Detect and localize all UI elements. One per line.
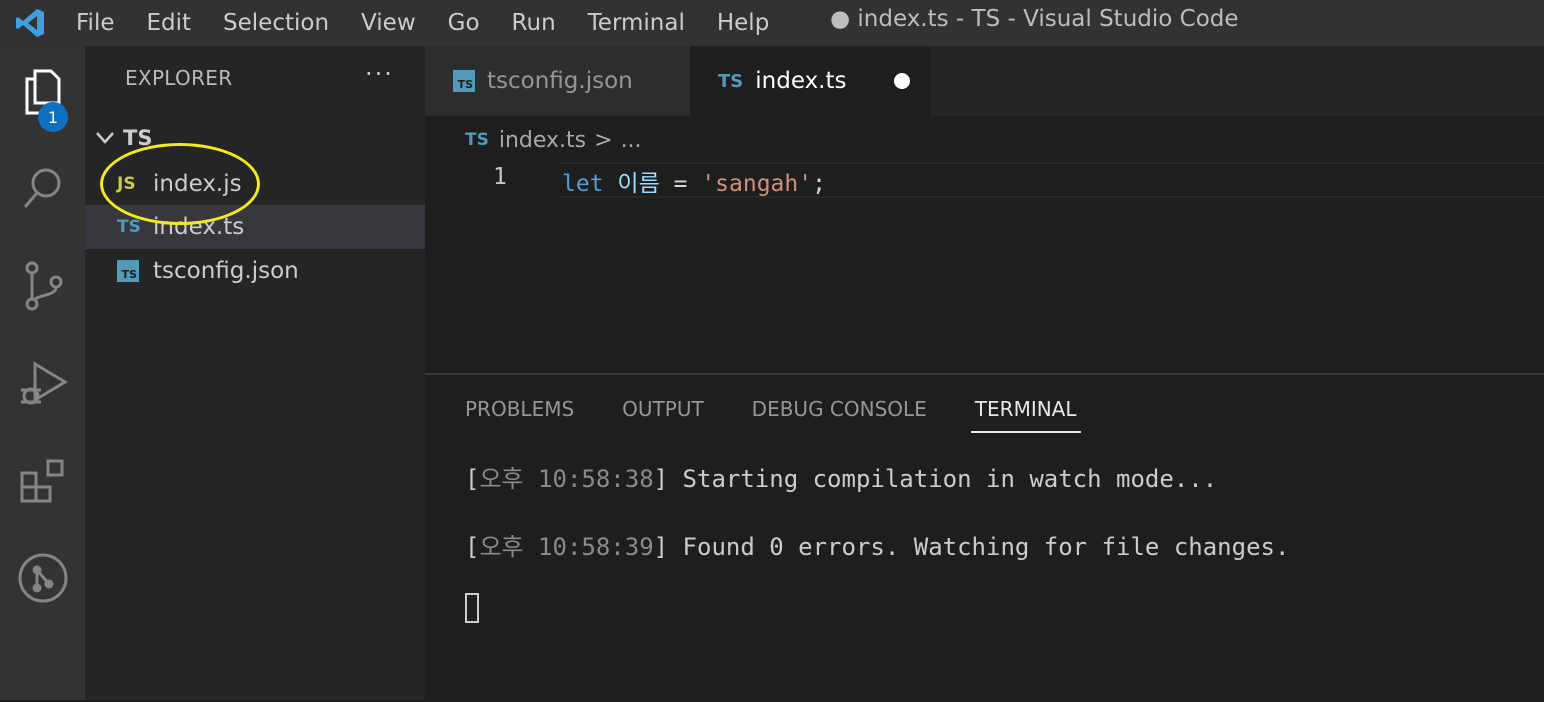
menu-terminal[interactable]: Terminal bbox=[572, 0, 701, 46]
breadcrumb-more[interactable]: ... bbox=[621, 128, 642, 153]
code-semicolon: ; bbox=[812, 171, 826, 197]
title-bar: File Edit Selection View Go Run Terminal… bbox=[0, 0, 1544, 46]
js-file-icon: JS bbox=[117, 174, 136, 194]
folder-ts[interactable]: TS bbox=[85, 118, 425, 158]
explorer-badge: 1 bbox=[38, 102, 68, 132]
menu-help[interactable]: Help bbox=[701, 0, 785, 46]
bracket: [ bbox=[465, 533, 480, 561]
code-keyword: let bbox=[562, 171, 604, 197]
menu-edit[interactable]: Edit bbox=[131, 0, 208, 46]
code-operator: = bbox=[673, 171, 688, 197]
file-index-js[interactable]: JS index.js bbox=[85, 162, 425, 206]
extensions-icon[interactable] bbox=[0, 442, 85, 522]
timestamp: 오후 10:58:39 bbox=[479, 533, 654, 561]
menu-bar: File Edit Selection View Go Run Terminal… bbox=[60, 0, 785, 46]
tsconfig-file-icon: TS bbox=[453, 70, 475, 92]
folder-label: TS bbox=[123, 126, 153, 150]
line-number: 1 bbox=[493, 164, 507, 190]
code-variable: 이름 bbox=[617, 171, 660, 197]
terminal-message: ] Starting compilation in watch mode... bbox=[653, 465, 1218, 493]
tab-label: index.ts bbox=[755, 68, 847, 94]
menu-selection[interactable]: Selection bbox=[207, 0, 345, 46]
chevron-down-icon bbox=[93, 126, 117, 150]
tab-debug-console[interactable]: DEBUG CONSOLE bbox=[752, 397, 927, 433]
menu-file[interactable]: File bbox=[60, 0, 131, 46]
tab-tsconfig-json[interactable]: TS tsconfig.json bbox=[425, 46, 690, 116]
explorer-sidebar: EXPLORER ··· TS JS index.js TS index.ts … bbox=[85, 46, 425, 700]
chevron-right-icon: > bbox=[594, 127, 613, 153]
file-index-ts[interactable]: TS index.ts bbox=[85, 205, 425, 249]
run-debug-icon[interactable] bbox=[0, 344, 85, 424]
menu-go[interactable]: Go bbox=[432, 0, 496, 46]
ts-file-icon: TS bbox=[465, 130, 489, 150]
more-actions-button[interactable]: ··· bbox=[365, 60, 394, 88]
tsconfig-file-icon: TS bbox=[117, 260, 143, 282]
file-label: index.js bbox=[153, 171, 242, 197]
bottom-panel: PROBLEMS OUTPUT DEBUG CONSOLE TERMINAL [… bbox=[425, 373, 1544, 702]
explorer-icon[interactable]: 1 bbox=[0, 52, 85, 132]
file-tsconfig-json[interactable]: TS tsconfig.json bbox=[85, 249, 425, 293]
timestamp: 오후 10:58:38 bbox=[479, 465, 654, 493]
file-label: index.ts bbox=[153, 214, 245, 240]
code-string: 'sangah' bbox=[701, 171, 813, 197]
menu-run[interactable]: Run bbox=[496, 0, 572, 46]
terminal-cursor[interactable] bbox=[465, 593, 479, 623]
panel-tabs: PROBLEMS OUTPUT DEBUG CONSOLE TERMINAL bbox=[465, 397, 1129, 433]
terminal-message: ] Found 0 errors. Watching for file chan… bbox=[653, 533, 1290, 561]
explorer-title: EXPLORER bbox=[125, 66, 233, 90]
terminal-line: [오후 10:58:38] Starting compilation in wa… bbox=[465, 459, 1217, 494]
ts-file-icon: TS bbox=[718, 70, 744, 92]
editor-tabs: TS tsconfig.json TS index.ts bbox=[425, 46, 1544, 116]
ts-file-icon: TS bbox=[117, 217, 141, 237]
bracket: [ bbox=[465, 465, 480, 493]
breadcrumb-file[interactable]: index.ts bbox=[499, 128, 586, 153]
tab-label: tsconfig.json bbox=[487, 68, 633, 94]
code-editor[interactable]: 1 let 이름 = 'sangah'; bbox=[425, 158, 1544, 373]
menu-view[interactable]: View bbox=[345, 0, 432, 46]
source-control-icon[interactable] bbox=[0, 246, 85, 326]
activity-bar: 1 bbox=[0, 46, 85, 700]
tab-problems[interactable]: PROBLEMS bbox=[465, 397, 574, 433]
unsaved-dot-icon[interactable] bbox=[894, 73, 910, 89]
tab-index-ts[interactable]: TS index.ts bbox=[690, 46, 930, 116]
tab-output[interactable]: OUTPUT bbox=[622, 397, 704, 433]
search-icon[interactable] bbox=[0, 148, 85, 228]
tab-terminal[interactable]: TERMINAL bbox=[970, 397, 1081, 433]
terminal-line: [오후 10:58:39] Found 0 errors. Watching f… bbox=[465, 527, 1289, 562]
window-title: ● index.ts - TS - Visual Studio Code bbox=[830, 6, 1239, 32]
file-label: tsconfig.json bbox=[153, 258, 299, 284]
breadcrumb: TS index.ts > ... bbox=[465, 122, 642, 158]
code-line: let 이름 = 'sangah'; bbox=[562, 164, 826, 198]
vscode-logo-icon bbox=[0, 0, 60, 46]
git-graph-icon[interactable] bbox=[0, 538, 85, 618]
